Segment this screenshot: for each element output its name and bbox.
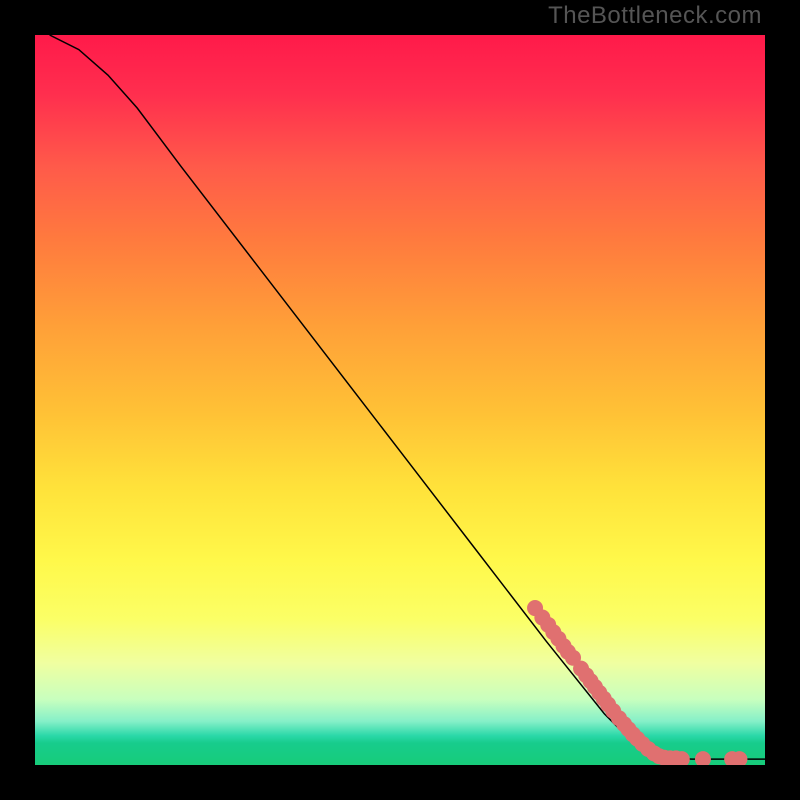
chart-container: TheBottleneck.com <box>0 0 800 800</box>
data-marker <box>695 751 711 765</box>
plot-area <box>35 35 765 765</box>
watermark-text: TheBottleneck.com <box>548 2 762 30</box>
chart-svg <box>35 35 765 765</box>
curve-line <box>50 35 765 759</box>
